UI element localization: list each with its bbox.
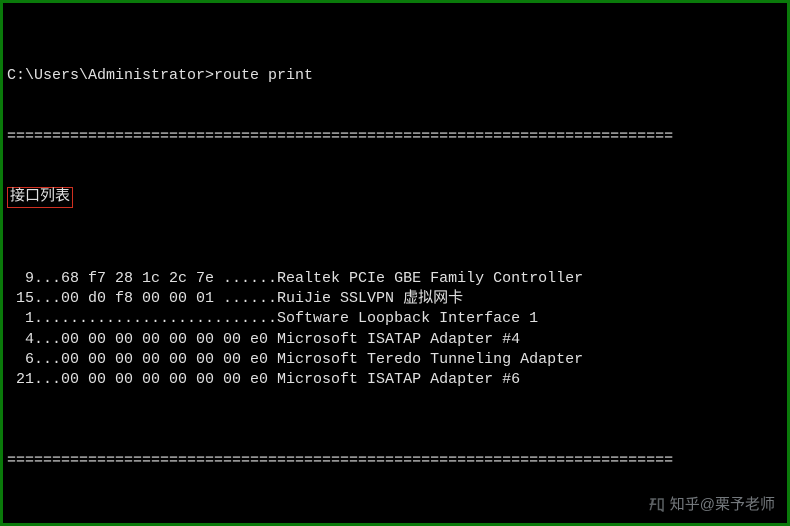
separator: ========================================… <box>7 127 783 147</box>
watermark-text: 知乎@栗予老师 <box>670 495 775 515</box>
iface-entry: 4...00 00 00 00 00 00 00 e0 Microsoft IS… <box>7 330 783 350</box>
iface-entry: 21...00 00 00 00 00 00 00 e0 Microsoft I… <box>7 370 783 390</box>
command-prompt: C:\Users\Administrator>route print <box>7 66 783 86</box>
zhihu-icon <box>648 496 666 514</box>
iface-entry: 15...00 d0 f8 00 00 01 ......RuiJie SSLV… <box>7 289 783 309</box>
terminal-window[interactable]: C:\Users\Administrator>route print =====… <box>0 0 790 526</box>
iface-list-title: 接口列表 <box>7 187 73 208</box>
watermark: 知乎@栗予老师 <box>648 495 775 515</box>
iface-entry: 6...00 00 00 00 00 00 00 e0 Microsoft Te… <box>7 350 783 370</box>
separator: ========================================… <box>7 451 783 471</box>
iface-entry: 1...........................Software Loo… <box>7 309 783 329</box>
iface-entry: 9...68 f7 28 1c 2c 7e ......Realtek PCIe… <box>7 269 783 289</box>
